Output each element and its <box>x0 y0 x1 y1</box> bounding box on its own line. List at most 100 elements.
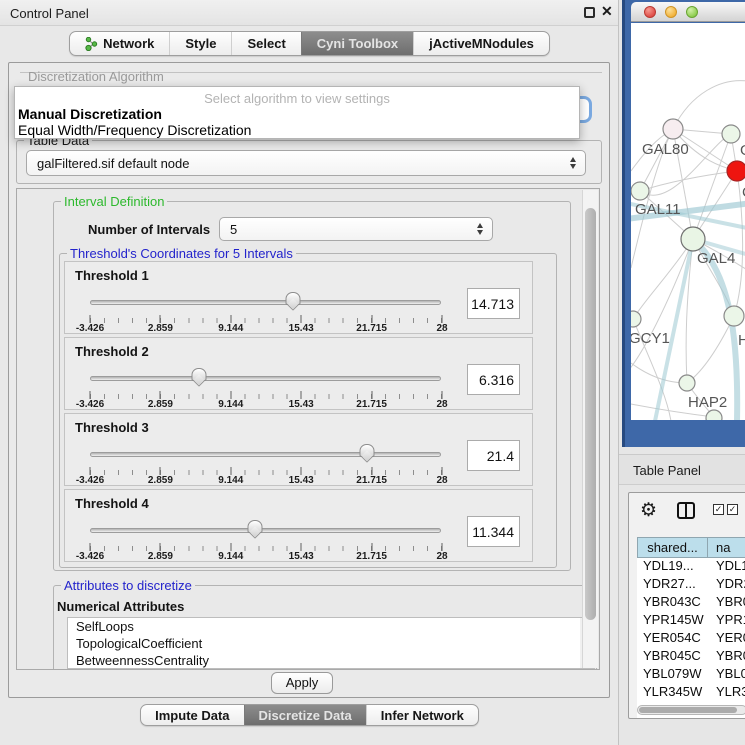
tick-label: 9.144 <box>218 399 243 410</box>
numerical-attributes-label: Numerical Attributes <box>57 599 184 614</box>
table-row[interactable]: YDL19...YDL1 <box>637 558 745 576</box>
threshold-slider[interactable] <box>90 292 441 314</box>
threshold-value-input[interactable] <box>467 440 520 471</box>
tick-label: 21.715 <box>356 323 387 334</box>
close-icon[interactable]: ✕ <box>601 3 613 20</box>
slider-thumb[interactable] <box>360 444 375 457</box>
slider-thumb[interactable] <box>191 368 206 381</box>
tick-label: 2.859 <box>148 399 173 410</box>
table-row[interactable]: YLR345WYLR3 <box>637 684 745 702</box>
node-partial-top-right[interactable] <box>722 125 740 143</box>
screenshot-root: Control Panel ✕ Network <box>0 0 745 745</box>
tab-label: jActiveMNodules <box>429 36 534 51</box>
node-gal4[interactable] <box>681 227 705 251</box>
slider-tick-labels: -3.4262.8599.14415.4321.71528 <box>90 323 442 334</box>
attribute-item[interactable]: BetweennessCentrality <box>68 652 594 669</box>
algorithm-group-title: Discretization Algorithm <box>28 69 164 84</box>
network-graph: GAL80 G C GAL11 GAL4 GCY1 H HAP2 <box>631 23 745 420</box>
node-gal80[interactable] <box>663 119 683 139</box>
tick-label: 28 <box>436 475 447 486</box>
tab-select[interactable]: Select <box>231 32 300 55</box>
tick-label: 15.43 <box>289 323 314 334</box>
slider-track[interactable] <box>90 528 441 533</box>
settings-vertical-scrollbar[interactable] <box>582 190 598 668</box>
tick-label: 15.43 <box>289 399 314 410</box>
table-row[interactable]: YBR045CYBR0 <box>637 648 745 666</box>
threshold-slider[interactable] <box>90 444 441 466</box>
network-canvas[interactable]: GAL80 G C GAL11 GAL4 GCY1 H HAP2 <box>631 23 745 420</box>
dropdown-option-equal-width[interactable]: Equal Width/Frequency Discretization <box>15 123 579 139</box>
node-h[interactable] <box>724 306 744 326</box>
dropdown-hint: Select algorithm to view settings <box>15 87 579 107</box>
interval-definition-title: Interval Definition <box>61 194 167 209</box>
node-selected-red[interactable] <box>727 161 745 181</box>
apply-button[interactable]: Apply <box>271 672 333 694</box>
threshold-value-input[interactable] <box>467 364 520 395</box>
scrollbar-thumb[interactable] <box>585 208 596 620</box>
table-data-combo[interactable]: galFiltered.sif default node <box>26 150 586 176</box>
network-window-titlebar <box>631 2 745 22</box>
number-of-intervals-label: Number of Intervals <box>88 222 210 237</box>
slider-tick-labels: -3.4262.8599.14415.4321.71528 <box>90 399 442 410</box>
table-panel-window: ⚙ ✓ ✓ shared... na YDL19...YDL1YDR27...Y… <box>628 492 745 719</box>
gear-icon[interactable]: ⚙ <box>640 499 657 522</box>
table-row[interactable]: YBR043CYBR0 <box>637 594 745 612</box>
zoom-traffic-light[interactable] <box>686 6 698 18</box>
node-label-h: H <box>738 332 745 349</box>
slider-track[interactable] <box>90 300 441 305</box>
settings-scroll-container: Interval Definition Number of Intervals … <box>16 188 600 670</box>
table-row[interactable]: YDR27...YDR2 <box>637 576 745 594</box>
checkbox-icon[interactable]: ✓ <box>713 504 724 515</box>
slider-thumb[interactable] <box>247 520 262 533</box>
close-traffic-light[interactable] <box>644 6 656 18</box>
threshold-panel: Threshold 2 -3.4262.8599.14415.4321.7152… <box>64 337 533 410</box>
column-header-shared-name[interactable]: shared... <box>637 537 708 558</box>
dropdown-option-manual[interactable]: Manual Discretization <box>15 107 579 123</box>
node-partial-bottom[interactable] <box>706 410 722 420</box>
threshold-panel: Threshold 3 -3.4262.8599.14415.4321.7152… <box>64 413 533 486</box>
tab-jactivemnodules[interactable]: jActiveMNodules <box>413 32 549 55</box>
tick-label: 9.144 <box>218 475 243 486</box>
tick-label: 21.715 <box>356 475 387 486</box>
table-row[interactable]: YPR145WYPR1 <box>637 612 745 630</box>
float-window-icon[interactable] <box>584 7 595 18</box>
threshold-slider[interactable] <box>90 368 441 390</box>
node-hap2[interactable] <box>679 375 695 391</box>
table-row[interactable]: YBL079WYBL0 <box>637 666 745 684</box>
table-row[interactable]: YER054CYER0 <box>637 630 745 648</box>
tick-label: 15.43 <box>289 475 314 486</box>
bottom-tabbar: Impute Data Discretize Data Infer Networ… <box>0 704 619 726</box>
tab-discretize-data[interactable]: Discretize Data <box>244 705 366 725</box>
tick-label: 2.859 <box>148 551 173 562</box>
threshold-value-input[interactable] <box>467 288 520 319</box>
thresholds-group-title: Threshold's Coordinates for 5 Intervals <box>67 246 296 261</box>
attributes-group-title: Attributes to discretize <box>61 578 195 593</box>
slider-track[interactable] <box>90 452 441 457</box>
tab-network[interactable]: Network <box>70 32 169 55</box>
column-header-name[interactable]: na <box>708 537 745 558</box>
minimize-traffic-light[interactable] <box>665 6 677 18</box>
number-of-intervals-combo[interactable]: 5 <box>219 217 493 241</box>
table-horizontal-scrollbar[interactable] <box>637 705 745 715</box>
node-gal11[interactable] <box>631 182 649 200</box>
top-tabbar: Network Style Select Cyni Toolbox jActiv… <box>0 31 619 56</box>
scrollbar-thumb[interactable] <box>639 707 737 713</box>
slider-thumb[interactable] <box>285 292 300 305</box>
column-layout-icon[interactable] <box>677 502 695 519</box>
tab-label: Cyni Toolbox <box>317 36 398 51</box>
tab-cyni-toolbox[interactable]: Cyni Toolbox <box>301 32 413 55</box>
tab-infer-network[interactable]: Infer Network <box>366 705 478 725</box>
tab-style[interactable]: Style <box>169 32 231 55</box>
checkbox-icon[interactable]: ✓ <box>727 504 738 515</box>
tick-label: -3.426 <box>76 551 104 562</box>
threshold-slider[interactable] <box>90 520 441 542</box>
tab-impute-data[interactable]: Impute Data <box>141 705 243 725</box>
node-gcy1[interactable] <box>631 311 641 327</box>
tick-label: 28 <box>436 323 447 334</box>
slider-track[interactable] <box>90 376 441 381</box>
tick-label: -3.426 <box>76 399 104 410</box>
attribute-item[interactable]: TopologicalCoefficient <box>68 635 594 652</box>
node-label-gal80: GAL80 <box>642 141 689 158</box>
threshold-value-input[interactable] <box>467 516 520 547</box>
attribute-item[interactable]: SelfLoops <box>68 618 594 635</box>
